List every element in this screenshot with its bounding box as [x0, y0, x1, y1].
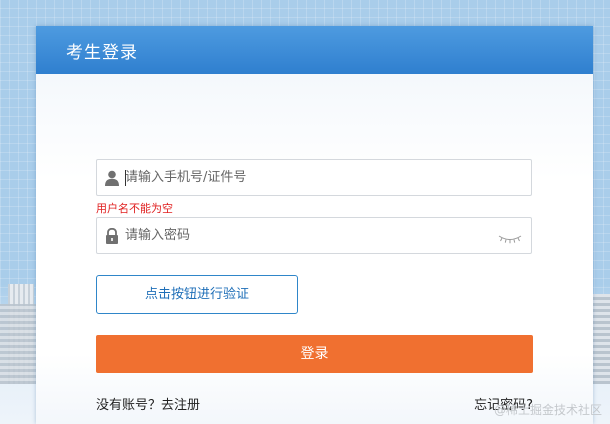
- building-right: [592, 294, 610, 384]
- username-input[interactable]: [125, 160, 485, 195]
- panel-body: 用户名不能为空 点击按钮进行: [36, 74, 593, 424]
- register-link[interactable]: 没有账号？去注册: [96, 394, 200, 413]
- username-error: 用户名不能为空: [96, 202, 173, 215]
- user-icon: [105, 170, 119, 186]
- verify-button[interactable]: 点击按钮进行验证: [96, 275, 298, 314]
- lock-icon: [105, 227, 119, 244]
- password-field[interactable]: [96, 217, 532, 254]
- panel-header: 考生登录: [36, 26, 593, 74]
- login-button[interactable]: 登录: [96, 335, 533, 373]
- panel-title: 考生登录: [66, 43, 138, 63]
- password-input[interactable]: [125, 218, 485, 253]
- building-left-base: [0, 304, 36, 384]
- text-cursor: [125, 170, 126, 186]
- username-field[interactable]: [96, 159, 532, 196]
- login-panel: 考生登录 用户名不能为空: [36, 26, 593, 424]
- watermark: @稀土掘金技术社区: [493, 403, 602, 417]
- eye-closed-icon[interactable]: [497, 230, 523, 244]
